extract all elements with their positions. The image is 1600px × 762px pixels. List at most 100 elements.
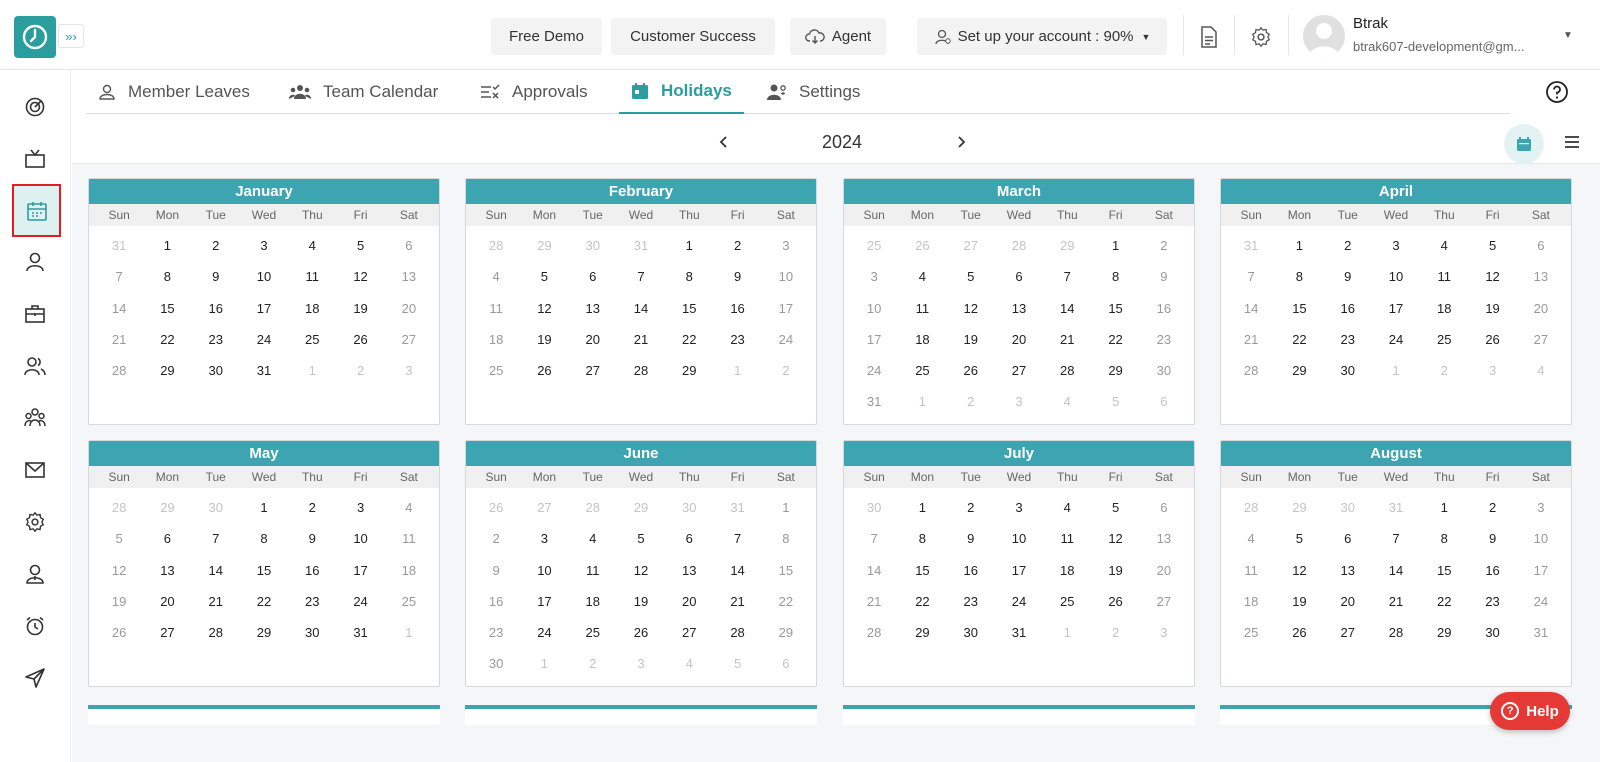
sidebar-item-tv[interactable] (16, 140, 54, 178)
day-cell[interactable]: 27 (569, 355, 617, 386)
day-cell[interactable]: 4 (1043, 492, 1091, 523)
day-cell[interactable]: 23 (713, 324, 761, 355)
avatar[interactable] (1303, 15, 1345, 57)
day-cell[interactable]: 5 (95, 523, 143, 554)
day-cell[interactable]: 11 (472, 293, 520, 324)
day-cell[interactable]: 30 (1140, 355, 1188, 386)
day-cell[interactable]: 7 (95, 261, 143, 292)
day-cell[interactable]: 28 (192, 617, 240, 648)
day-cell[interactable]: 18 (1043, 555, 1091, 586)
day-cell[interactable]: 2 (1468, 492, 1516, 523)
day-cell[interactable]: 27 (143, 617, 191, 648)
day-cell[interactable]: 10 (520, 555, 568, 586)
day-cell[interactable]: 22 (762, 586, 810, 617)
day-cell[interactable]: 13 (385, 261, 433, 292)
day-cell[interactable]: 23 (288, 586, 336, 617)
day-cell[interactable]: 8 (762, 523, 810, 554)
day-cell[interactable]: 8 (1275, 261, 1323, 292)
agent-button[interactable]: Agent (790, 18, 886, 55)
day-cell[interactable]: 20 (1324, 586, 1372, 617)
day-cell[interactable]: 4 (569, 523, 617, 554)
day-cell[interactable]: 16 (288, 555, 336, 586)
day-cell[interactable]: 12 (95, 555, 143, 586)
day-cell[interactable]: 10 (762, 261, 810, 292)
day-cell[interactable]: 7 (1043, 261, 1091, 292)
day-cell[interactable]: 23 (192, 324, 240, 355)
day-cell[interactable]: 22 (665, 324, 713, 355)
day-cell[interactable]: 20 (385, 293, 433, 324)
day-cell[interactable]: 15 (762, 555, 810, 586)
day-cell[interactable]: 17 (336, 555, 384, 586)
tab-settings[interactable]: Settings (767, 70, 860, 114)
day-cell[interactable]: 17 (520, 586, 568, 617)
day-cell[interactable]: 20 (995, 324, 1043, 355)
day-cell[interactable]: 31 (336, 617, 384, 648)
day-cell[interactable]: 22 (240, 586, 288, 617)
day-cell[interactable]: 22 (898, 586, 946, 617)
day-cell[interactable]: 4 (1420, 230, 1468, 261)
gear-icon[interactable] (1246, 22, 1276, 52)
day-cell[interactable]: 3 (1517, 492, 1565, 523)
day-cell[interactable]: 8 (898, 523, 946, 554)
day-cell[interactable]: 27 (1324, 617, 1372, 648)
day-cell[interactable]: 28 (1043, 355, 1091, 386)
day-cell[interactable]: 30 (1324, 355, 1372, 386)
day-cell[interactable]: 17 (762, 293, 810, 324)
sidebar-item-send[interactable] (16, 659, 54, 697)
day-cell[interactable]: 29 (898, 617, 946, 648)
day-cell[interactable]: 27 (385, 324, 433, 355)
day-cell[interactable]: 26 (520, 355, 568, 386)
setup-account-dropdown[interactable]: Set up your account : 90% ▼ (917, 18, 1167, 55)
day-cell[interactable]: 27 (665, 617, 713, 648)
day-cell[interactable]: 10 (1517, 523, 1565, 554)
day-cell[interactable]: 28 (95, 355, 143, 386)
day-cell[interactable]: 7 (713, 523, 761, 554)
day-cell[interactable]: 23 (947, 586, 995, 617)
day-cell[interactable]: 16 (947, 555, 995, 586)
day-cell[interactable]: 14 (1372, 555, 1420, 586)
day-cell[interactable]: 19 (617, 586, 665, 617)
day-cell[interactable]: 25 (569, 617, 617, 648)
day-cell[interactable]: 2 (472, 523, 520, 554)
next-year-button[interactable] (949, 130, 973, 154)
sidebar-item-projects[interactable] (16, 295, 54, 333)
day-cell[interactable]: 22 (143, 324, 191, 355)
day-cell[interactable]: 26 (1275, 617, 1323, 648)
day-cell[interactable]: 5 (336, 230, 384, 261)
day-cell[interactable]: 12 (617, 555, 665, 586)
day-cell[interactable]: 5 (520, 261, 568, 292)
day-cell[interactable]: 1 (762, 492, 810, 523)
day-cell[interactable]: 29 (1275, 355, 1323, 386)
day-cell[interactable]: 14 (850, 555, 898, 586)
day-cell[interactable]: 18 (472, 324, 520, 355)
day-cell[interactable]: 25 (898, 355, 946, 386)
day-cell[interactable]: 26 (617, 617, 665, 648)
day-cell[interactable]: 6 (569, 261, 617, 292)
day-cell[interactable]: 26 (1091, 586, 1139, 617)
day-cell[interactable]: 18 (898, 324, 946, 355)
day-cell[interactable]: 6 (995, 261, 1043, 292)
user-menu-caret-icon[interactable]: ▼ (1563, 30, 1573, 41)
day-cell[interactable]: 4 (385, 492, 433, 523)
day-cell[interactable]: 19 (1091, 555, 1139, 586)
day-cell[interactable]: 29 (240, 617, 288, 648)
day-cell[interactable]: 27 (1517, 324, 1565, 355)
day-cell[interactable]: 22 (1091, 324, 1139, 355)
day-cell[interactable]: 3 (1372, 230, 1420, 261)
day-cell[interactable]: 17 (995, 555, 1043, 586)
day-cell[interactable]: 13 (995, 293, 1043, 324)
day-cell[interactable]: 1 (1091, 230, 1139, 261)
day-cell[interactable]: 31 (1517, 617, 1565, 648)
day-cell[interactable]: 6 (1140, 492, 1188, 523)
day-cell[interactable]: 16 (713, 293, 761, 324)
day-cell[interactable]: 20 (665, 586, 713, 617)
calendar-view-button[interactable] (1504, 124, 1544, 164)
day-cell[interactable]: 11 (1227, 555, 1275, 586)
day-cell[interactable]: 4 (472, 261, 520, 292)
day-cell[interactable]: 13 (665, 555, 713, 586)
day-cell[interactable]: 28 (850, 617, 898, 648)
day-cell[interactable]: 6 (1517, 230, 1565, 261)
day-cell[interactable]: 11 (288, 261, 336, 292)
day-cell[interactable]: 24 (520, 617, 568, 648)
help-circle-icon[interactable] (1545, 80, 1569, 104)
